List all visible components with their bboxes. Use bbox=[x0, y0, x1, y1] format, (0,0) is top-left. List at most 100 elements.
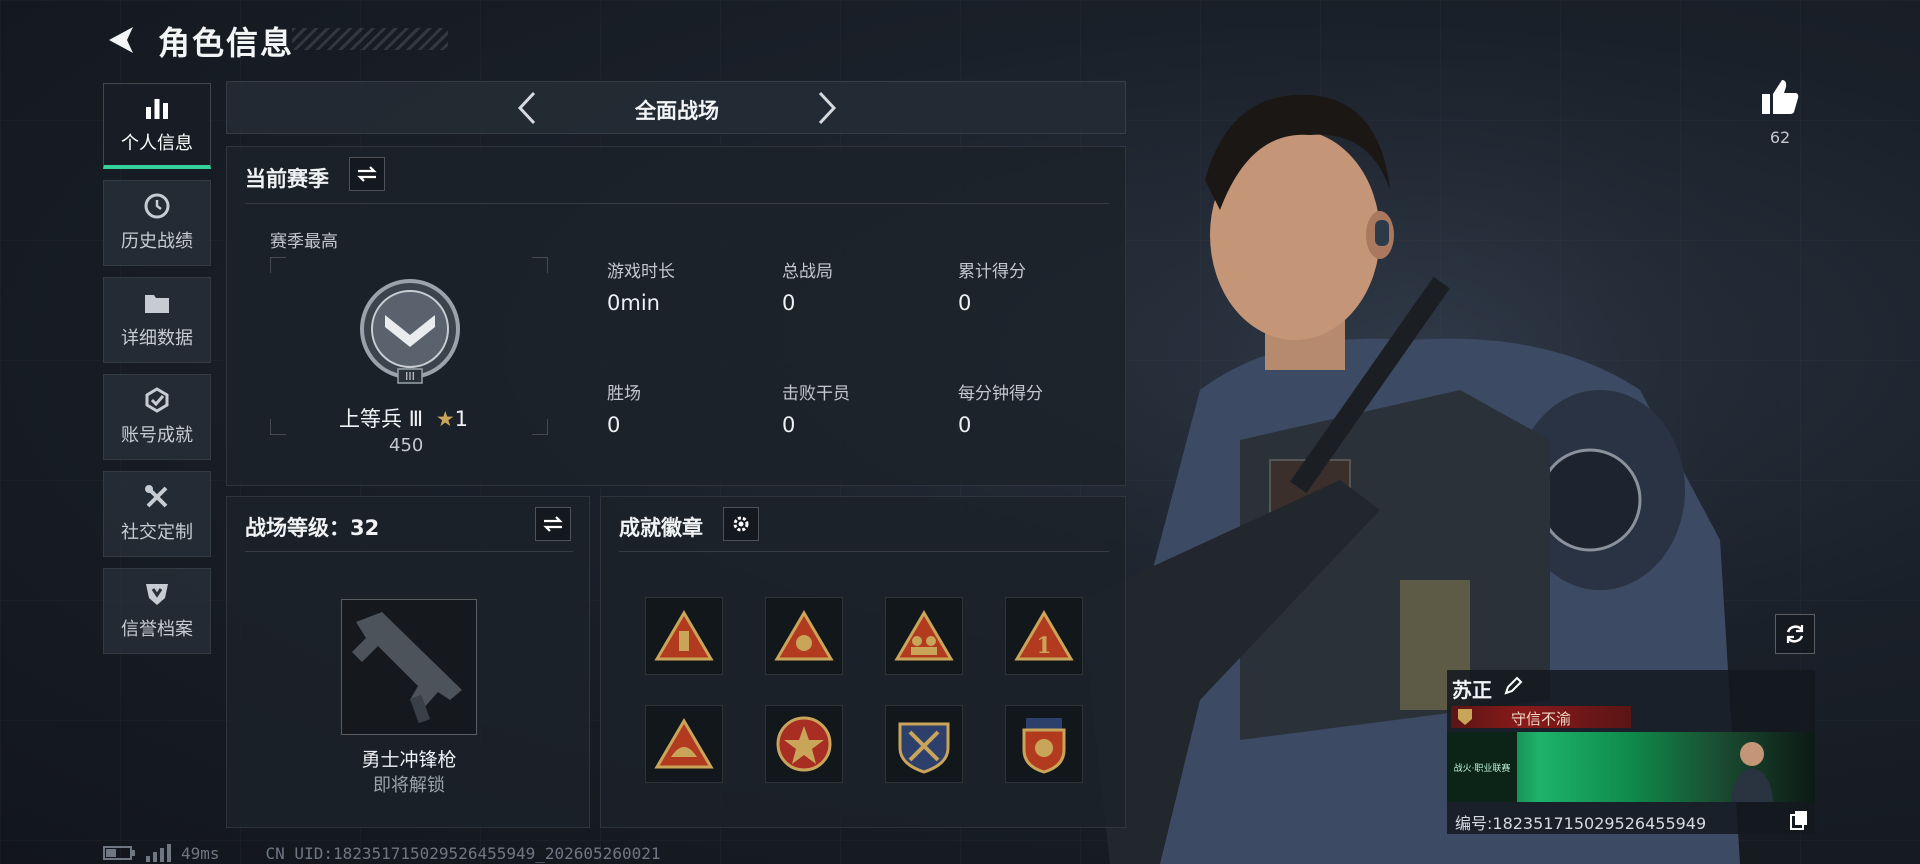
like-button[interactable] bbox=[1760, 78, 1800, 118]
badge-slot[interactable] bbox=[885, 597, 963, 675]
mode-selector: 全面战场 bbox=[226, 81, 1126, 134]
chevron-right-icon bbox=[818, 91, 837, 125]
title-tag-text: 守信不渝 bbox=[1510, 710, 1571, 728]
sidebar-item-label: 详细数据 bbox=[121, 328, 193, 349]
achievement-badges-panel: 成就徽章 1 bbox=[600, 496, 1126, 828]
thumbs-up-icon bbox=[1762, 80, 1799, 114]
weapon-card[interactable] bbox=[341, 599, 477, 735]
ping-text: 49ms bbox=[181, 843, 220, 863]
shield-icon bbox=[142, 581, 172, 607]
folder-icon bbox=[142, 290, 172, 316]
stat-value: 0 bbox=[607, 413, 621, 437]
swap-icon bbox=[543, 516, 563, 532]
sidebar-item-social-custom[interactable]: 社交定制 bbox=[103, 471, 211, 557]
number-one-badge-icon: 1 bbox=[1014, 610, 1074, 661]
sidebar-item-label: 个人信息 bbox=[121, 132, 193, 154]
star-icon: ★ bbox=[435, 407, 455, 431]
star-emblem-badge-icon bbox=[776, 716, 832, 772]
sidebar-item-personal-info[interactable]: 个人信息 bbox=[103, 83, 211, 169]
badge-slot[interactable] bbox=[885, 705, 963, 783]
like-count: 62 bbox=[1769, 128, 1791, 147]
stat-label: 总战局 bbox=[782, 262, 833, 282]
badges-title: 成就徽章 bbox=[619, 516, 703, 540]
badge-slot[interactable] bbox=[765, 597, 843, 675]
stat-value: 0 bbox=[782, 413, 796, 437]
divider bbox=[245, 551, 573, 552]
battlefield-level-title: 战场等级：32 bbox=[245, 516, 380, 540]
badges-settings-button[interactable] bbox=[723, 507, 759, 541]
weapon-name: 勇士冲锋枪 bbox=[361, 749, 457, 771]
pencil-icon bbox=[1504, 676, 1523, 695]
battery-icon bbox=[103, 846, 135, 860]
gear-icon bbox=[733, 516, 749, 532]
uid-text: CN UID:1823517150295264559​49_2026052600… bbox=[265, 843, 661, 863]
badge-slot[interactable] bbox=[765, 705, 843, 783]
edit-name-button[interactable] bbox=[1503, 676, 1525, 698]
title-decoration bbox=[292, 28, 448, 50]
season-switch-button[interactable] bbox=[349, 157, 385, 191]
helmet-badge-icon bbox=[654, 718, 714, 769]
season-best-label: 赛季最高 bbox=[270, 232, 338, 252]
player-id: 编号:1823517150295264559​49 bbox=[1455, 810, 1706, 834]
current-season-panel: 当前赛季 赛季最高 III 上等兵 Ⅲ ★1 450 游戏时长 0min 总战局… bbox=[226, 146, 1126, 486]
svg-text:III: III bbox=[405, 370, 415, 383]
stat-label: 击败干员 bbox=[782, 384, 850, 404]
bar-chart-icon bbox=[142, 95, 172, 121]
title-tag: 守信不渝 bbox=[1451, 706, 1631, 728]
bottle-badge-icon bbox=[654, 610, 714, 661]
stat-value: 0 bbox=[782, 291, 796, 315]
battlefield-level-panel: 战场等级：32 勇士冲锋枪 即将解锁 bbox=[226, 496, 590, 828]
copy-icon bbox=[1790, 811, 1807, 830]
rank-name-row: 上等兵 Ⅲ ★1 bbox=[339, 403, 468, 433]
medal-badge-icon bbox=[1022, 718, 1066, 774]
achievement-icon bbox=[142, 387, 172, 413]
svg-text:1: 1 bbox=[1036, 633, 1051, 659]
refresh-button[interactable] bbox=[1775, 614, 1815, 654]
paw-badge-icon bbox=[774, 610, 834, 661]
rank-points: 450 bbox=[389, 435, 424, 456]
mode-label: 全面战场 bbox=[635, 99, 719, 123]
stat-value: 0 bbox=[958, 291, 972, 315]
divider bbox=[245, 203, 1109, 204]
stat-label: 每分钟得分 bbox=[958, 384, 1043, 404]
stat-label: 游戏时长 bbox=[607, 262, 675, 282]
badge-slot[interactable] bbox=[645, 705, 723, 783]
rank-name: 上等兵 Ⅲ bbox=[339, 407, 424, 431]
stat-label: 胜场 bbox=[607, 384, 641, 404]
sidebar-item-label: 历史战绩 bbox=[121, 231, 193, 252]
team-badge-icon bbox=[894, 610, 954, 661]
banner-logo: 战火·职业联赛 bbox=[1447, 732, 1517, 802]
stat-label: 累计得分 bbox=[958, 262, 1026, 282]
history-clock-icon bbox=[142, 193, 172, 219]
back-button[interactable] bbox=[100, 20, 140, 60]
badge-slot[interactable] bbox=[645, 597, 723, 675]
refresh-icon bbox=[1786, 625, 1804, 643]
status-bar: 49ms CN UID:1823517150295264559​49_20260… bbox=[103, 843, 660, 863]
weapon-status: 即将解锁 bbox=[373, 775, 445, 796]
page-title: 角色信息 bbox=[158, 24, 295, 62]
swap-icon bbox=[357, 166, 377, 182]
badge-slot[interactable] bbox=[1005, 705, 1083, 783]
sidebar-item-reputation[interactable]: 信誉档案 bbox=[103, 568, 211, 654]
sidebar-item-detailed-data[interactable]: 详细数据 bbox=[103, 277, 211, 363]
badge-slot[interactable]: 1 bbox=[1005, 597, 1083, 675]
player-id-text: 编号:1823517150295264559​49 bbox=[1455, 814, 1707, 833]
rank-emblem-icon: III bbox=[360, 279, 460, 384]
signal-icon bbox=[146, 844, 171, 862]
sidebar-item-account-achievements[interactable]: 账号成就 bbox=[103, 374, 211, 460]
divider bbox=[619, 551, 1109, 552]
copy-id-button[interactable] bbox=[1790, 810, 1808, 830]
tools-icon bbox=[142, 484, 172, 510]
profile-card: 苏正 守信不渝 战火·职业联赛 编号:1823517150295264559​4… bbox=[1447, 670, 1815, 834]
sidebar-item-label: 账号成就 bbox=[121, 425, 193, 446]
submachine-gun-icon bbox=[352, 612, 462, 724]
rank-stars: 1 bbox=[454, 407, 469, 431]
sidebar-item-history[interactable]: 历史战绩 bbox=[103, 180, 211, 266]
mode-next-button[interactable] bbox=[809, 90, 845, 126]
crossed-arms-badge-icon bbox=[898, 722, 950, 774]
player-name: 苏正 bbox=[1452, 678, 1492, 702]
stat-value: 0min bbox=[607, 291, 660, 315]
level-switch-button[interactable] bbox=[535, 507, 571, 541]
season-title: 当前赛季 bbox=[245, 167, 329, 191]
sidebar-item-label: 社交定制 bbox=[121, 522, 193, 543]
